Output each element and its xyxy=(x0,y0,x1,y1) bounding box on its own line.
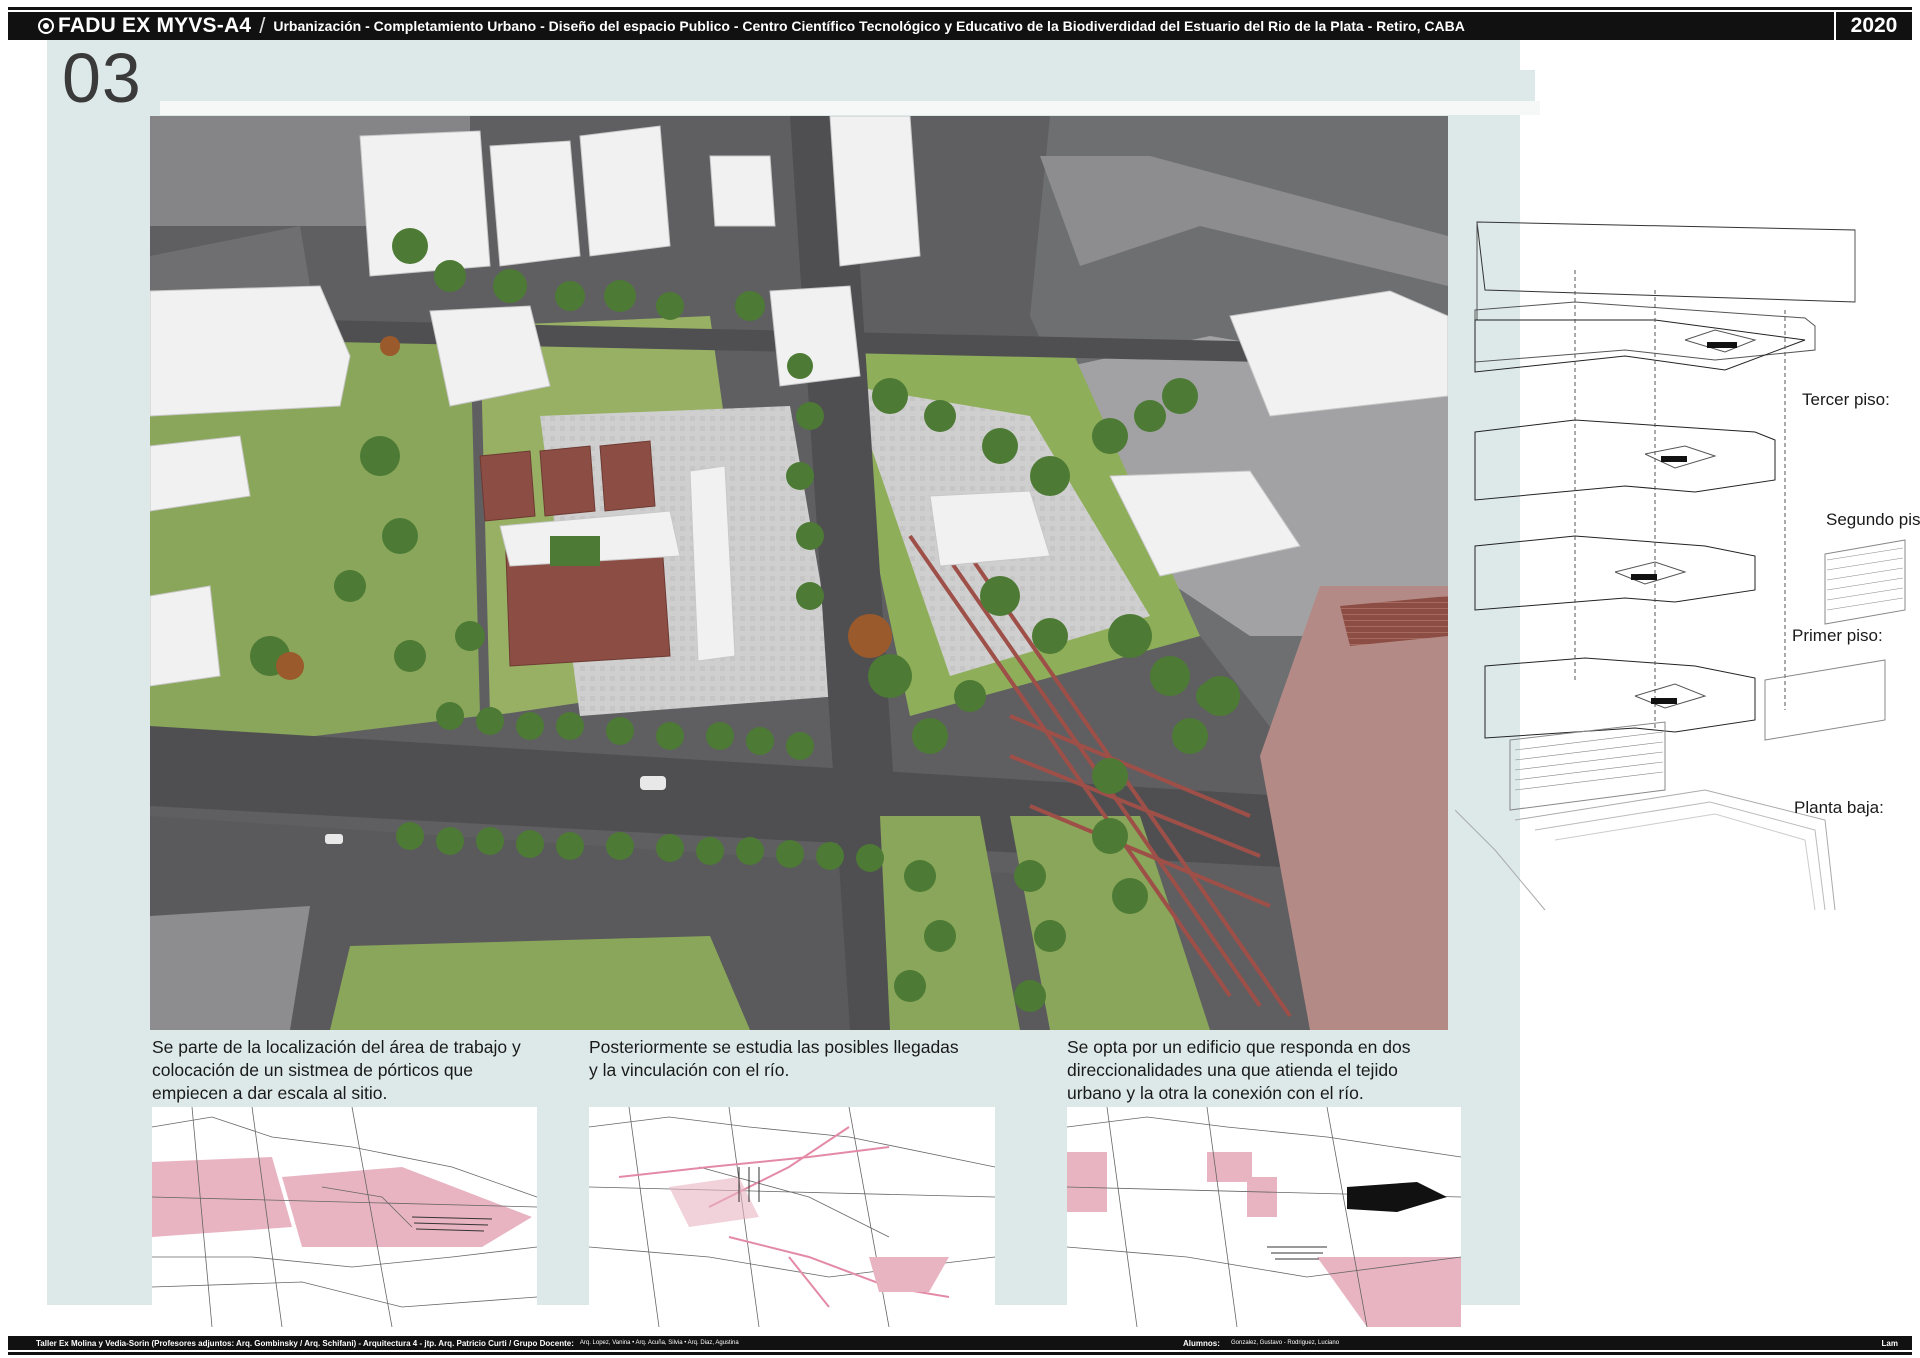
caption-step-1: Se parte de la localización del área de … xyxy=(152,1036,572,1105)
brand-title: FADU EX MYVS-A4 xyxy=(58,14,252,37)
caption-1-line-3: empiecen a dar escala al sitio. xyxy=(152,1083,388,1103)
caption-1-line-2: colocación de un sistmea de pórticos que xyxy=(152,1060,474,1080)
caption-2-line-1: Posteriormente se estudia las posibles l… xyxy=(589,1037,959,1057)
title-separator: / xyxy=(259,13,266,38)
title-bar: FADU EX MYVS-A4 / Urbanización - Complet… xyxy=(8,10,1912,40)
caption-step-3: Se opta por un edificio que responda en … xyxy=(1067,1036,1487,1105)
diagram-step-1-drawing xyxy=(152,1107,537,1327)
page-number: 03 xyxy=(62,39,142,117)
diagram-step-3-drawing xyxy=(1067,1107,1461,1327)
year-label: 2020 xyxy=(1834,12,1912,40)
background-strip xyxy=(160,101,1540,115)
footer-sheet-label: Lam xyxy=(1881,1338,1898,1348)
diagram-step-1 xyxy=(152,1107,537,1327)
background-band xyxy=(155,70,1535,101)
aerial-render xyxy=(150,116,1448,1030)
label-first-floor: Primer piso: xyxy=(1792,626,1883,645)
caption-2-line-2: y la vinculación con el río. xyxy=(589,1060,790,1080)
label-ground-floor: Planta baja: xyxy=(1794,798,1884,817)
caption-3-line-3: urbano y la otra la conexión con el río. xyxy=(1067,1083,1364,1103)
project-subtitle: Urbanización - Completamiento Urbano - D… xyxy=(273,18,1465,34)
fadu-logo-icon xyxy=(38,18,54,34)
axonometric-drawing xyxy=(1454,221,1906,911)
caption-1-line-1: Se parte de la localización del área de … xyxy=(152,1037,521,1057)
diagram-step-2 xyxy=(589,1107,995,1327)
caption-3-line-2: direccionalidades una que atienda el tej… xyxy=(1067,1060,1398,1080)
caption-3-line-1: Se opta por un edificio que responda en … xyxy=(1067,1037,1411,1057)
footer-students-label: Alumnos: xyxy=(1183,1338,1220,1348)
aerial-render-illustration xyxy=(150,116,1448,1030)
label-third-floor: Tercer piso: xyxy=(1802,390,1890,409)
footer-teaching-staff: Arq. Lopez, Vanina • Arq. Acuña, Silvia … xyxy=(579,1340,739,1346)
diagram-step-2-drawing xyxy=(589,1107,995,1327)
caption-step-2: Posteriormente se estudia las posibles l… xyxy=(589,1036,1009,1082)
footer-credits: Taller Ex Molina y Vedia-Sorin (Profesor… xyxy=(36,1338,574,1348)
footer-students: Gonzalez, Gustavo - Rodriguez, Luciano xyxy=(1231,1340,1340,1346)
label-second-floor: Segundo piso: xyxy=(1826,510,1920,529)
footer-bar: Taller Ex Molina y Vedia-Sorin (Profesor… xyxy=(8,1336,1912,1352)
axonometric-floors: Tercer piso: Segundo piso: Primer piso: … xyxy=(1454,210,1920,940)
diagram-step-3 xyxy=(1067,1107,1461,1327)
